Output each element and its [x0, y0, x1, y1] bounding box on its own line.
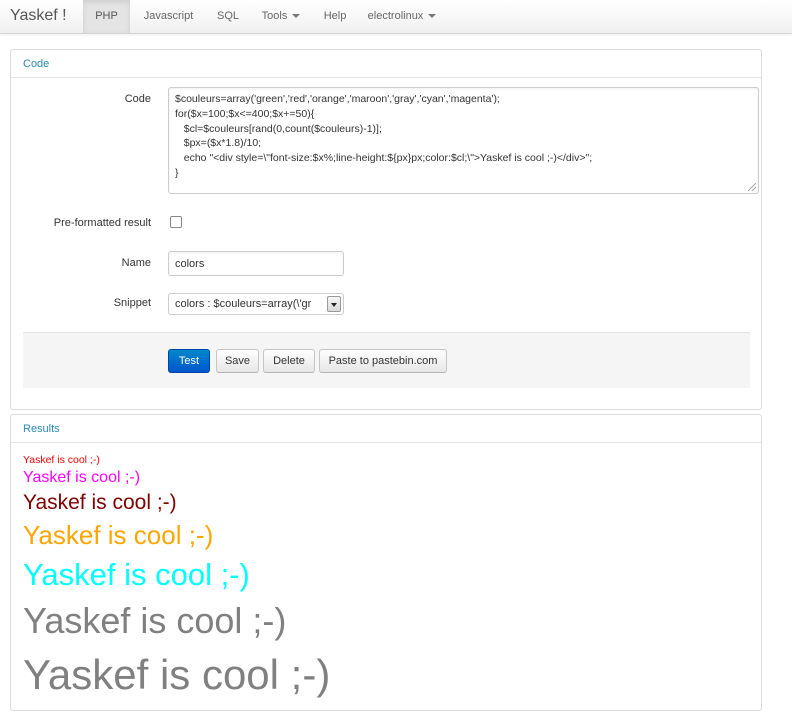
results-panel-heading: Results [11, 415, 761, 443]
result-line: Yaskef is cool ;-) [23, 600, 287, 641]
nav-item-javascript[interactable]: Javascript [130, 0, 207, 33]
delete-button[interactable]: Delete [263, 349, 315, 373]
nav-item-sql[interactable]: SQL [207, 0, 249, 33]
code-line: echo "<div style=\"font-size:$x%;line-he… [175, 152, 593, 165]
code-line: } [175, 166, 179, 179]
code-panel: Code Code $couleurs=array('green','red',… [10, 49, 762, 410]
code-line: for($x=100;$x<=400;$x+=50){ [175, 107, 315, 120]
code-label: Code [124, 93, 151, 105]
preformatted-label: Pre-formatted result [53, 217, 151, 229]
result-line: Yaskef is cool ;-) [23, 454, 100, 466]
resize-grip-icon[interactable] [748, 183, 756, 191]
nav-item-user[interactable]: electrolinux [357, 0, 447, 33]
nav-item-tools[interactable]: Tools [249, 0, 313, 33]
code-line: $px=($x*1.8)/10; [175, 137, 262, 150]
name-input[interactable] [168, 251, 344, 276]
snippet-label: Snippet [113, 297, 151, 309]
nav-item-label: PHP [95, 10, 118, 22]
result-line: Yaskef is cool ;-) [23, 520, 214, 550]
test-button[interactable]: Test [168, 349, 210, 373]
results-panel: Results Yaskef is cool ;-) Yaskef is coo… [10, 414, 762, 711]
navbar: Yaskef ! PHP Javascript SQL Tools Help e… [0, 0, 792, 34]
snippet-select[interactable]: colors : $couleurs=array(\'gr [168, 293, 344, 315]
form-actions: Test Save Delete Paste to pastebin.com [23, 332, 750, 388]
nav-item-label: Tools [261, 10, 288, 22]
result-line: Yaskef is cool ;-) [23, 557, 250, 592]
nav-item-label: SQL [216, 10, 239, 22]
snippet-selected-value: colors : $couleurs=array(\'gr [175, 298, 312, 310]
dropdown-arrow-icon [327, 296, 341, 312]
brand-logo[interactable]: Yaskef ! [10, 7, 67, 25]
chevron-down-icon [428, 14, 437, 19]
code-line: $couleurs=array('green','red','orange','… [175, 93, 500, 105]
nav-item-label: Javascript [143, 10, 194, 22]
paste-pastebin-button[interactable]: Paste to pastebin.com [319, 349, 447, 373]
result-line: Yaskef is cool ;-) [23, 651, 331, 698]
result-line: Yaskef is cool ;-) [23, 491, 177, 514]
code-textarea[interactable]: $couleurs=array('green','red','orange','… [168, 87, 759, 194]
code-line: $cl=$couleurs[rand(0,count($couleurs)-1)… [175, 122, 382, 135]
code-panel-heading: Code [11, 50, 761, 78]
chevron-down-icon [292, 14, 301, 19]
result-line: Yaskef is cool ;-) [23, 469, 141, 486]
nav-item-label: electrolinux [367, 10, 424, 22]
preformatted-checkbox[interactable] [170, 216, 182, 228]
nav-item-help[interactable]: Help [313, 0, 357, 33]
nav-item-label: Help [323, 10, 347, 22]
save-button[interactable]: Save [216, 349, 259, 373]
nav-item-php[interactable]: PHP [83, 0, 130, 33]
name-label: Name [121, 257, 151, 269]
